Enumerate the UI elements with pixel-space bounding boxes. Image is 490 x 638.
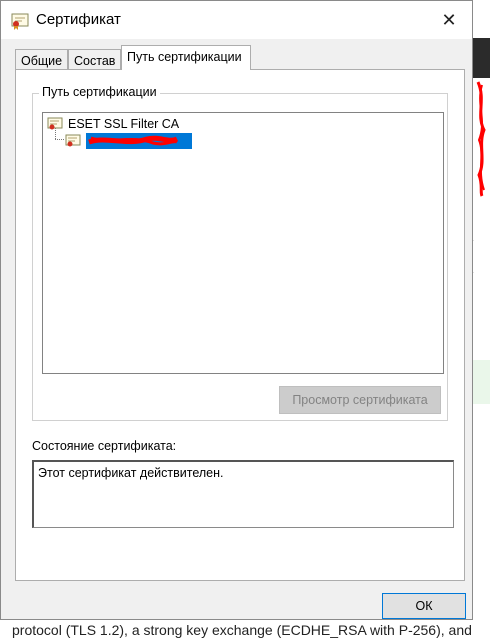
- certificate-status-label: Состояние сертификата:: [32, 439, 177, 453]
- group-label: Путь сертификации: [39, 85, 160, 99]
- certificate-icon: [47, 117, 63, 130]
- certificate-dialog: Сертификат ✕ Общие Состав Путь сертифика…: [0, 0, 473, 620]
- certification-path-tree[interactable]: ESET SSL Filter CA: [42, 112, 444, 374]
- redaction-scribble: [88, 135, 179, 146]
- window-title: Сертификат: [36, 11, 121, 28]
- tree-item-root[interactable]: ESET SSL Filter CA: [47, 116, 179, 132]
- tab-details[interactable]: Состав: [68, 49, 121, 69]
- title-bar: Сертификат ✕: [1, 1, 472, 39]
- certificate-icon: [11, 13, 29, 30]
- view-certificate-button[interactable]: Просмотр сертификата: [279, 386, 441, 414]
- certification-path-group: Путь сертификации ESET SSL Filter CA Про…: [32, 85, 448, 421]
- close-button[interactable]: ✕: [434, 7, 464, 33]
- tree-connector: [55, 139, 64, 140]
- certificate-status-box[interactable]: Этот сертификат действителен.: [32, 460, 454, 528]
- tree-item-label: ESET SSL Filter CA: [68, 117, 180, 131]
- tab-certification-path[interactable]: Путь сертификации: [121, 45, 251, 70]
- tab-general[interactable]: Общие: [15, 49, 68, 69]
- background-green-band: [473, 360, 490, 404]
- certificate-status-text: Этот сертификат действителен.: [38, 466, 224, 480]
- close-icon: ✕: [441, 9, 457, 30]
- tree-item-leaf[interactable]: [65, 133, 192, 149]
- ok-button[interactable]: ОК: [382, 593, 466, 619]
- background-text: protocol (TLS 1.2), a strong key exchang…: [12, 622, 472, 638]
- background-header-strip: [473, 38, 490, 78]
- tab-panel: Путь сертификации ESET SSL Filter CA Про…: [15, 69, 465, 581]
- certificate-icon: [65, 134, 81, 147]
- redaction-scribble: [476, 81, 486, 197]
